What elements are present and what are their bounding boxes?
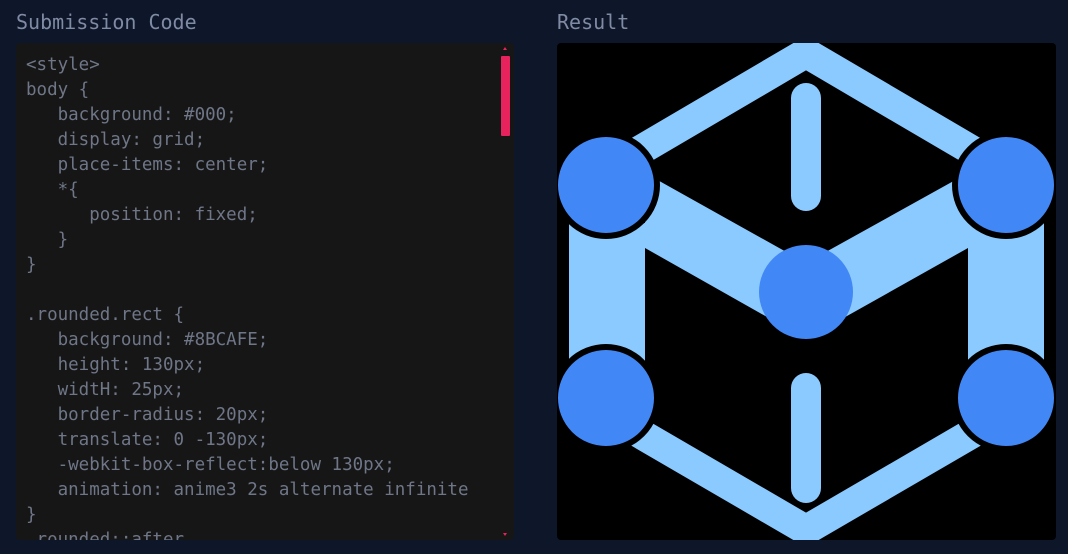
- code-line: place-items: center;: [26, 155, 269, 175]
- vertical-bar-top: [791, 83, 821, 211]
- code-line: .rounded::after: [26, 530, 185, 540]
- code-line: border-radius: 20px;: [26, 405, 269, 425]
- code-line: height: 130px;: [26, 355, 206, 375]
- code-line: .rounded.rect {: [26, 305, 185, 325]
- circle-top-right: [952, 131, 1056, 239]
- code-line: display: grid;: [26, 130, 206, 150]
- vertical-bar-bottom: [791, 373, 821, 503]
- result-preview: [557, 43, 1056, 540]
- code-line: }: [26, 230, 69, 250]
- result-title: Result: [557, 10, 630, 34]
- code-scroll-area[interactable]: <style> body { background: #000; display:…: [16, 43, 498, 540]
- code-line: background: #000;: [26, 105, 237, 125]
- result-artwork: [557, 43, 1056, 540]
- scroll-up-arrow-icon[interactable]: [503, 47, 507, 50]
- submission-code-title: Submission Code: [16, 10, 197, 34]
- circle-center: [759, 245, 853, 339]
- code-scrollbar[interactable]: [498, 43, 514, 540]
- code-line: }: [26, 255, 37, 275]
- code-line: <style>: [26, 55, 100, 75]
- code-line: background: #8BCAFE;: [26, 330, 269, 350]
- scroll-down-arrow-icon[interactable]: [503, 533, 507, 536]
- code-body: <style> body { background: #000; display:…: [26, 53, 498, 540]
- code-line: animation: anime3 2s alternate infinite: [26, 480, 469, 500]
- code-line: *{: [26, 180, 79, 200]
- circle-bottom-right: [952, 344, 1056, 452]
- circle-bottom-left: [557, 344, 660, 452]
- code-line: }: [26, 505, 37, 525]
- circle-top-left: [557, 131, 660, 239]
- scroll-thumb[interactable]: [501, 56, 510, 136]
- code-editor[interactable]: <style> body { background: #000; display:…: [16, 43, 514, 540]
- code-line: -webkit-box-reflect:below 130px;: [26, 455, 395, 475]
- code-line: position: fixed;: [26, 205, 258, 225]
- code-line: widtH: 25px;: [26, 380, 185, 400]
- code-line: translate: 0 -130px;: [26, 430, 269, 450]
- code-line: body {: [26, 80, 90, 100]
